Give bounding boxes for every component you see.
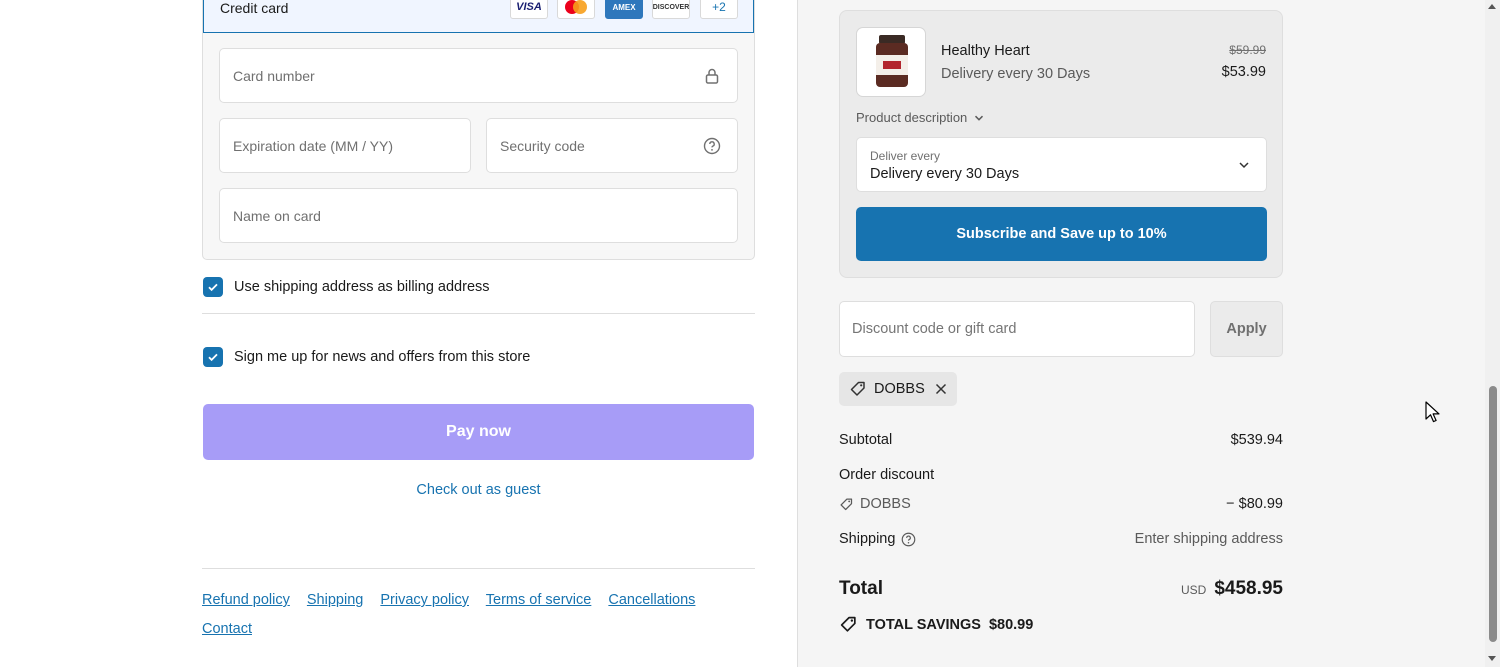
privacy-policy-link[interactable]: Privacy policy [380,592,469,608]
mastercard-icon [557,0,595,19]
total-amount: USD $458.95 [1181,578,1283,600]
discount-code-label: DOBBS [860,496,911,512]
scrollbar[interactable] [1485,0,1500,667]
card-number-input[interactable] [220,49,737,102]
newsletter-checkbox-row[interactable]: Sign me up for news and offers from this… [203,347,530,367]
tag-icon [840,497,853,510]
product-thumbnail [856,27,926,97]
credit-card-section: Credit card VISA AMEX DISCOVER +2 [202,0,755,260]
total-value: $458.95 [1214,578,1283,599]
pay-now-button[interactable]: Pay now [203,404,754,460]
footer-links: Refund policy Shipping Privacy policy Te… [202,586,762,644]
shipping-value: Enter shipping address [1134,531,1283,547]
shipping-label: Shipping [839,531,896,547]
refund-policy-link[interactable]: Refund policy [202,592,290,608]
scroll-down-icon[interactable] [1488,656,1496,661]
credit-card-option[interactable]: Credit card VISA AMEX DISCOVER +2 [203,0,754,33]
current-price: $53.99 [1221,64,1266,80]
name-on-card-field[interactable] [219,188,738,243]
terms-of-service-link[interactable]: Terms of service [486,592,592,608]
order-discount-label: Order discount [839,467,935,483]
total-savings-value: $80.99 [988,616,1034,633]
close-icon[interactable] [935,383,947,395]
name-on-card-input[interactable] [220,189,737,242]
applied-discount-code: DOBBS [874,381,925,397]
scrollbar-thumb[interactable] [1489,386,1497,642]
more-brands-badge: +2 [700,0,738,19]
checkmark-icon [208,353,218,362]
security-code-field[interactable] [486,118,738,173]
deliver-every-label: Deliver every [870,149,941,163]
product-description-label: Product description [856,110,968,125]
product-card: Healthy Heart Delivery every 30 Days $59… [839,10,1283,278]
security-code-input[interactable] [487,119,737,172]
mouse-cursor-icon [1425,401,1440,423]
scroll-up-icon[interactable] [1488,4,1496,9]
visa-icon: VISA [510,0,548,19]
product-variant: Delivery every 30 Days [941,66,1091,82]
expiration-input[interactable] [220,119,470,172]
contact-link[interactable]: Contact [202,621,252,637]
help-icon[interactable] [703,137,721,155]
discount-input[interactable] [840,302,1194,356]
shipping-row: Shipping Enter shipping address [839,531,1283,547]
billing-address-checkbox-row[interactable]: Use shipping address as billing address [203,277,490,297]
newsletter-checkbox[interactable] [203,347,223,367]
amex-icon: AMEX [605,0,643,19]
delivery-frequency-select[interactable]: Deliver every Delivery every 30 Days [856,137,1267,192]
expiration-field[interactable] [219,118,471,173]
total-savings: TOTAL SAVINGS $80.99 [839,615,1033,634]
product-description-toggle[interactable]: Product description [856,110,984,125]
chevron-down-icon [975,115,984,121]
discount-code-row: DOBBS − $80.99 [839,496,1283,512]
guest-checkout-link[interactable]: Check out as guest [203,482,754,498]
discount-value: − $80.99 [1226,496,1283,512]
tag-icon [840,616,856,632]
total-savings-label: TOTAL SAVINGS [866,616,981,633]
subscribe-button[interactable]: Subscribe and Save up to 10% [856,207,1267,261]
deliver-every-value: Delivery every 30 Days [870,166,1020,182]
discover-icon: DISCOVER [652,0,690,19]
footer-divider [202,568,755,569]
subtotal-row: Subtotal $539.94 [839,432,1283,448]
total-label: Total [839,578,883,599]
checkmark-icon [208,283,218,292]
subtotal-value: $539.94 [1230,432,1283,448]
subtotal-label: Subtotal [839,432,893,448]
divider [202,313,755,314]
original-price: $59.99 [1229,43,1266,57]
newsletter-checkbox-label: Sign me up for news and offers from this… [234,349,531,365]
order-discount-row: Order discount [839,467,1283,483]
credit-card-label: Credit card [220,0,289,16]
cancellations-link[interactable]: Cancellations [608,592,695,608]
applied-discount-chip: DOBBS [839,372,957,406]
discount-field[interactable] [839,301,1195,357]
lock-icon [705,68,719,84]
total-currency: USD [1180,583,1207,597]
tag-icon [850,381,865,396]
apply-button[interactable]: Apply [1210,301,1283,357]
help-icon[interactable] [901,532,916,547]
card-number-field[interactable] [219,48,738,103]
shipping-policy-link[interactable]: Shipping [307,592,363,608]
billing-checkbox-label: Use shipping address as billing address [234,279,490,295]
chevron-down-icon [1239,162,1249,169]
billing-checkbox[interactable] [203,277,223,297]
product-name: Healthy Heart [941,43,1030,59]
